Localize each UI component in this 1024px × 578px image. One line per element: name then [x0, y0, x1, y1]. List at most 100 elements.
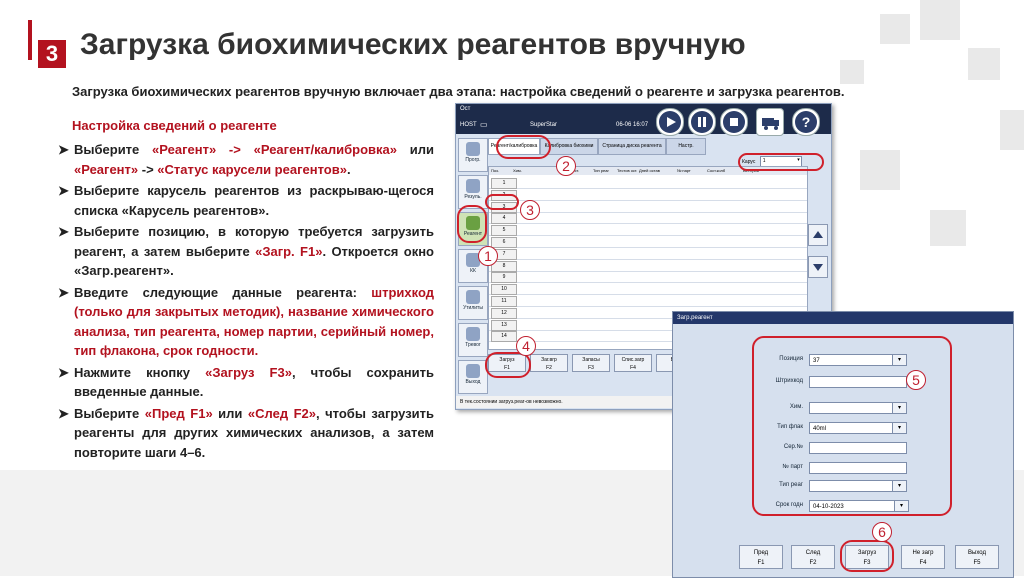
step-marker-5: 5 — [906, 370, 926, 390]
side-menu-label: Тревог — [465, 342, 481, 348]
stop-button[interactable] — [720, 108, 748, 136]
dialog-key-label: F5 — [973, 560, 981, 566]
bullet-arrow-icon: ➤ — [58, 183, 69, 198]
alarm-button[interactable] — [756, 108, 784, 136]
arrow-up-icon — [813, 231, 823, 238]
table-row[interactable]: 1 — [489, 177, 807, 189]
menu-icon — [466, 364, 480, 378]
instruction-text: -> — [138, 161, 158, 177]
step-marker-6: 6 — [872, 522, 892, 542]
stop-icon — [723, 111, 745, 133]
top-left-label: Ост — [460, 106, 471, 112]
pause-button[interactable] — [688, 108, 716, 136]
dialog-button[interactable]: Пред F1 — [739, 545, 783, 569]
help-icon: ? — [795, 111, 817, 133]
instruction-item: ➤ Выберите «Реагент» -> «Реагент/калибров… — [58, 140, 434, 179]
instruction-item: ➤ Выберите позицию, в которую требуется з… — [58, 222, 434, 281]
position-button[interactable]: 10 — [491, 284, 517, 296]
instruction-text: «Реагент» -> «Реагент/калибровка» — [152, 142, 397, 157]
position-button[interactable]: 6 — [491, 237, 517, 248]
dialog-button-label: След — [805, 550, 821, 556]
side-menu-label: Утилиты — [463, 305, 483, 311]
highlight-tab — [496, 135, 551, 159]
bullet-arrow-icon: ➤ — [58, 284, 69, 300]
decor-square — [920, 0, 960, 40]
column-header: Поз. — [491, 168, 499, 173]
side-menu-button[interactable]: Резуль. — [458, 175, 488, 209]
instruction-text: или — [396, 142, 434, 157]
instruction-text: «След F2» — [247, 405, 317, 421]
decor-square — [860, 150, 900, 190]
table-row[interactable]: 6 — [489, 236, 807, 248]
play-button[interactable] — [656, 108, 684, 136]
scroll-up-button[interactable] — [808, 224, 828, 246]
instruction-text: . — [346, 161, 351, 177]
instruction-text: «Загруз F3» — [205, 364, 292, 380]
step-marker-1: 1 — [478, 246, 498, 266]
dialog-button[interactable]: След F2 — [791, 545, 835, 569]
table-row[interactable]: 2 — [489, 189, 807, 201]
decor-square — [930, 210, 966, 246]
position-button[interactable]: 9 — [491, 272, 517, 284]
svg-text:?: ? — [802, 114, 811, 130]
instruction-text: «Статус карусели реагентов» — [157, 161, 347, 177]
side-menu-button[interactable]: Тревог — [458, 323, 488, 357]
section-title: Настройка сведений о реагенте — [72, 118, 277, 133]
column-header: Сост.колб — [707, 168, 726, 173]
table-row[interactable]: 10 — [489, 283, 807, 296]
highlight-reagent-button — [457, 205, 487, 243]
function-button[interactable]: Запасы F3 — [572, 354, 610, 372]
instruction-text: Выберите — [74, 405, 145, 421]
help-button[interactable]: ? — [792, 108, 820, 136]
tab[interactable]: Настр. — [666, 138, 706, 155]
highlight-dialog-fields — [752, 336, 952, 516]
position-button[interactable]: 11 — [491, 296, 517, 307]
position-button[interactable]: 5 — [491, 225, 517, 237]
scroll-down-button[interactable] — [808, 256, 828, 278]
arrow-down-icon — [813, 264, 823, 271]
intro-text: Загрузка биохимических реагентов вручную… — [72, 84, 845, 99]
table-row[interactable]: 8 — [489, 260, 807, 272]
play-icon — [659, 111, 681, 133]
instruction-list: ➤ Выберите «Реагент» -> «Реагент/калибров… — [58, 140, 434, 464]
decor-square — [880, 14, 910, 44]
instruction-text: Выберите карусель реагентов из раскрываю… — [74, 183, 434, 218]
pause-icon — [691, 111, 713, 133]
dialog-button[interactable]: Выход F5 — [955, 545, 999, 569]
position-button[interactable]: 1 — [491, 178, 517, 189]
side-menu-button[interactable]: Прогр. — [458, 138, 488, 172]
column-header: Тестов ост. — [617, 168, 638, 173]
step-marker-4: 4 — [516, 336, 536, 356]
bullet-arrow-icon: ➤ — [58, 364, 69, 380]
bullet-arrow-icon: ➤ — [58, 224, 69, 239]
table-row[interactable]: 11 — [489, 295, 807, 307]
table-row[interactable]: 5 — [489, 224, 807, 237]
step-marker-3: 3 — [520, 200, 540, 220]
column-header: № парт — [677, 168, 691, 173]
position-button[interactable]: 4 — [491, 213, 517, 225]
side-menu-button[interactable]: Выход — [458, 360, 488, 394]
table-row[interactable]: 7 — [489, 248, 807, 260]
function-key-label: F4 — [630, 365, 636, 371]
column-header: Дней остав — [639, 168, 660, 173]
position-button[interactable]: 12 — [491, 307, 517, 319]
highlight-carousel — [738, 153, 824, 171]
function-button[interactable]: Спис.загр F4 — [614, 354, 652, 372]
position-button[interactable]: 14 — [491, 331, 517, 343]
function-button-label: Запасы — [582, 357, 600, 363]
function-button[interactable]: Заг.вгр F2 — [530, 354, 568, 372]
host-icon: ▭ — [480, 120, 488, 129]
side-menu-label: Резуль. — [464, 194, 482, 200]
dialog-key-label: F4 — [919, 560, 927, 566]
table-row[interactable]: 9 — [489, 271, 807, 284]
side-menu-label: Выход — [465, 379, 481, 385]
decor-square — [840, 60, 864, 84]
side-menu-button[interactable]: Утилиты — [458, 286, 488, 320]
side-menu-label: КК — [470, 268, 476, 274]
tab[interactable]: Страница диска реагента — [598, 138, 666, 155]
position-button[interactable]: 13 — [491, 319, 517, 331]
dialog-button[interactable]: Не загр F4 — [901, 545, 945, 569]
page-title: Загрузка биохимических реагентов вручную — [80, 28, 746, 61]
dialog-key-label: F2 — [809, 560, 817, 566]
dialog-button-label: Не загр — [912, 550, 934, 556]
